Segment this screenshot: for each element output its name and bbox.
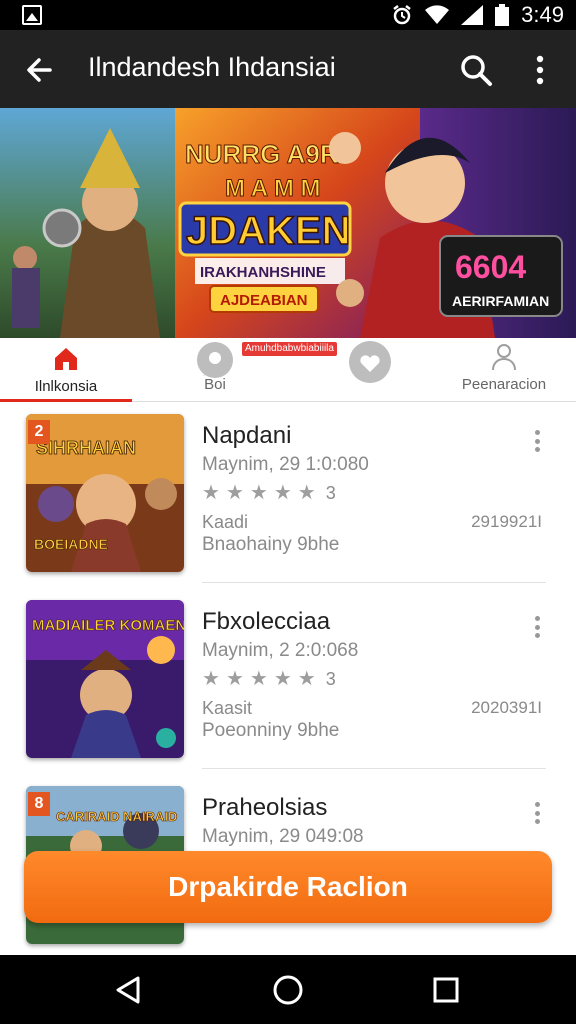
banner-headline-button: AJDEABIAN [220,292,308,309]
tab-home[interactable]: Ilnlkonsia [0,338,132,402]
signal-icon [461,5,484,25]
home-icon [55,348,77,370]
divider [202,582,546,583]
item-title: Napdani [202,422,292,449]
banner-headline-main: JDAKEN [186,209,350,253]
battery-icon [495,4,510,26]
item-date: Maynim, 29 1:0:080 [202,454,369,475]
banner-artwork: NURRG A9R M A M M JDAKEN IRAKHANHSHINE A… [0,108,576,338]
status-bar: 3:49 [0,0,576,30]
alarm-icon [393,5,411,25]
more-options-icon[interactable] [526,798,548,828]
rank-badge: 2 [28,420,50,444]
tab-people[interactable]: Peenaracion [452,338,556,402]
item-label: Kaasit [202,698,253,718]
rating-stars: ★ ★ ★ ★ ★ 3 [202,668,336,690]
search-icon[interactable] [456,50,496,90]
thumb-subtitle: BOEIADNE [34,536,108,552]
promo-badge: Amuhdbabwbiabiiila [242,342,337,356]
user-group-icon [492,344,516,371]
banner-headline-sub: IRAKHANHSHINE [200,264,326,281]
photo-notification-icon [22,5,42,25]
status-time: 3:49 [521,2,564,27]
item-size: 2020391I [471,698,542,717]
page-title: Ilndandesh Ihdansiai [88,52,336,82]
item-title: Fbxolecciaa [202,608,331,635]
tab-chat-label: Boi [204,376,226,393]
banner-headline-line1: NURRG A9R [185,139,339,169]
item-size: 2919921I [471,512,542,531]
heart-chat-icon [349,341,391,383]
rank-badge: 8 [28,792,50,816]
more-options-icon[interactable] [526,426,548,456]
thumb-title: SIHRHAIAN [36,438,136,458]
more-options-icon[interactable] [526,612,548,642]
banner-badge-number: 6604 [455,249,526,285]
star-icon: ★ [273,482,292,504]
promo-banner[interactable]: NURRG A9R M A M M JDAKEN IRAKHANHSHINE A… [0,108,576,338]
star-icon: ★ [249,668,268,690]
star-icon: ★ [297,668,316,690]
more-vert-icon[interactable] [524,50,556,90]
app-bar: Ilndandesh Ihdansiai [0,30,576,108]
primary-action-button[interactable]: Drpakirde Raclion [24,851,552,923]
tab-people-label: Peenaracion [461,376,547,393]
tab-home-label: Ilnlkonsia [34,378,98,395]
rating-stars: ★ ★ ★ ★ ★ 3 [202,482,336,504]
star-icon: ★ [202,482,220,504]
nav-home-icon[interactable] [270,972,306,1008]
tab-favorites[interactable] [330,338,410,402]
banner-headline-line2: M A M M [225,175,321,202]
list-item[interactable]: SIHRHAIAN BOEIADNE 2 Napdani Maynim, 29 … [0,402,576,588]
item-title: Praheolsias [202,794,328,821]
item-date: Maynim, 2 2:0:068 [202,640,359,661]
star-icon: ★ [202,668,220,690]
banner-badge-label: AERIRFAMIAN [452,293,549,309]
thumb-title: MADIAILER KOMAEN [32,617,184,634]
star-icon: ★ [225,482,244,504]
item-label: Kaadi [202,512,249,532]
back-arrow-icon[interactable] [20,50,60,90]
wifi-icon [425,5,450,25]
item-date: Maynim, 29 049:08 [202,826,364,847]
item-subtitle: Bnaohainy 9bhe [202,534,340,555]
item-subtitle: Poeonniny 9bhe [202,720,340,741]
star-icon: ★ [249,482,268,504]
rating-value: 3 [325,668,336,689]
star-icon: ★ [225,668,244,690]
nav-recents-icon[interactable] [428,972,464,1008]
list-item[interactable]: MADIAILER KOMAEN Fbxolecciaa Maynim, 2 2… [0,588,576,774]
nav-back-icon[interactable] [110,972,146,1008]
game-thumbnail[interactable]: MADIAILER KOMAEN [26,600,184,758]
rating-value: 3 [325,482,336,503]
star-icon: ★ [297,482,316,504]
thumb-title: CARIRAID NAIRAID [56,809,177,824]
star-icon: ★ [273,668,292,690]
system-nav-bar [0,955,576,1024]
divider [202,768,546,769]
